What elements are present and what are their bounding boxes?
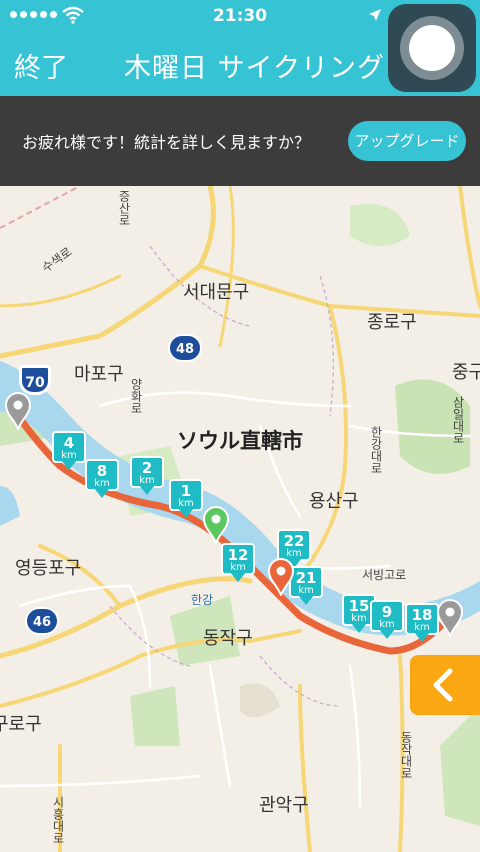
expand-panel-button[interactable]	[410, 655, 480, 715]
road-shield-48: 48	[168, 334, 202, 362]
banner-message: お疲れ様です！統計を詳しく見ますか？	[22, 133, 311, 152]
map-label-yeongdeungpo: 영등포구	[15, 558, 82, 579]
map-label-seodaemun: 서대문구	[183, 282, 250, 303]
map-label-hangang: 한강	[191, 593, 214, 607]
map-label-samildae: 삼일대로	[451, 396, 465, 444]
km-marker-4[interactable]: 4 km	[52, 431, 86, 473]
map-label-seoul: ソウル直轄市	[177, 429, 303, 453]
green-location-pin-icon	[202, 506, 230, 544]
km-marker-9[interactable]: 9 km	[370, 600, 404, 642]
assistive-touch-center	[409, 25, 455, 71]
route-map[interactable]: 서대문구 종로구 마포구 중구 ソウル直轄市 용산구 영등포구 동작구 관악구 …	[0, 186, 480, 852]
map-label-guro: 구로구	[0, 714, 42, 735]
map-label-seobinggo: 서빙고로	[362, 568, 407, 582]
map-label-gwanak: 관악구	[259, 795, 309, 816]
location-arrow-icon	[369, 9, 381, 21]
orange-location-pin-icon	[267, 558, 295, 596]
road-shield-46: 46	[25, 607, 59, 635]
assistive-touch-button[interactable]	[388, 4, 476, 92]
map-label-mapo: 마포구	[74, 364, 124, 385]
km-marker-1[interactable]: 1 km	[169, 479, 203, 521]
chevron-left-icon	[433, 668, 453, 702]
map-label-dongjakdae: 동작대로	[399, 731, 413, 779]
km-marker-18[interactable]: 18 km	[405, 603, 439, 645]
end-location-pin-icon	[436, 599, 464, 637]
map-label-sihungdae: 시흥대로	[51, 796, 65, 844]
app: 21:30 終了 木曜日 サイクリング お疲れ様です！統計を詳しく見ますか？ ア…	[0, 0, 480, 852]
map-label-hangangdae: 한강대로	[369, 426, 383, 474]
km-marker-12[interactable]: 12 km	[221, 543, 255, 585]
page-title: 木曜日 サイクリング	[124, 53, 386, 84]
map-label-dongjak: 동작구	[203, 628, 253, 649]
finish-button[interactable]: 終了	[14, 46, 68, 85]
upgrade-button[interactable]: アップグレード	[348, 121, 466, 161]
km-marker-8[interactable]: 8 km	[85, 459, 119, 501]
km-marker-2[interactable]: 2 km	[130, 456, 164, 498]
map-label-yanghwa: 양화로	[129, 378, 143, 414]
start-location-pin-icon	[4, 392, 32, 430]
map-label-jongno: 종로구	[367, 312, 417, 333]
map-label-jeungsan: 증산로	[117, 190, 131, 226]
map-label-jung: 중구	[452, 362, 480, 383]
map-label-yongsan: 용산구	[309, 491, 359, 512]
road-shield-70: 70	[19, 365, 51, 395]
